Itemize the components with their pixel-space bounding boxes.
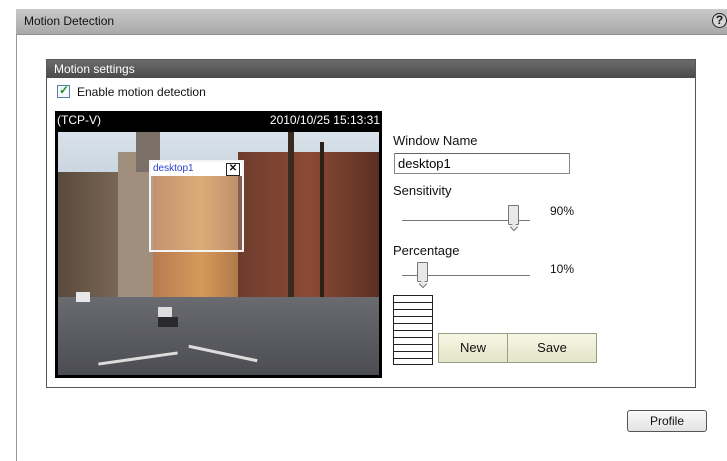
motion-window[interactable]: desktop1 ✕ <box>149 160 244 252</box>
video-title: (TCP-V) <box>57 113 101 127</box>
help-icon[interactable]: ? <box>712 13 727 28</box>
page-title: Motion Detection <box>24 14 115 28</box>
panel-header: Motion settings <box>47 60 695 78</box>
window-name-input[interactable] <box>394 153 570 174</box>
motion-level-meter <box>393 295 433 365</box>
sensitivity-slider-thumb[interactable] <box>508 205 519 225</box>
check-icon: ✓ <box>59 83 70 97</box>
percentage-value: 10% <box>550 262 575 276</box>
camera-image: desktop1 ✕ <box>58 132 379 375</box>
motion-settings-panel: Motion settings ✓ Enable motion detectio… <box>46 59 696 388</box>
motion-window-header[interactable]: desktop1 ✕ <box>151 162 242 176</box>
new-button[interactable]: New <box>438 333 508 363</box>
title-bar: Motion Detection ? <box>16 9 727 35</box>
window-name-label: Window Name <box>393 133 478 148</box>
percentage-label: Percentage <box>393 243 460 258</box>
save-button[interactable]: Save <box>507 333 597 363</box>
left-divider <box>16 35 17 461</box>
close-icon[interactable]: ✕ <box>226 163 240 176</box>
enable-motion-label: Enable motion detection <box>77 85 206 99</box>
enable-motion-checkbox[interactable]: ✓ <box>57 83 70 98</box>
sensitivity-value: 90% <box>550 204 575 218</box>
profile-button[interactable]: Profile <box>627 410 707 432</box>
video-timestamp: 2010/10/25 15:13:31 <box>269 113 380 127</box>
motion-window-name: desktop1 <box>153 163 194 174</box>
percentage-slider-thumb[interactable] <box>417 262 428 282</box>
video-preview[interactable]: (TCP-V) 2010/10/25 15:13:31 desktop1 ✕ <box>55 111 382 378</box>
sensitivity-label: Sensitivity <box>393 183 452 198</box>
